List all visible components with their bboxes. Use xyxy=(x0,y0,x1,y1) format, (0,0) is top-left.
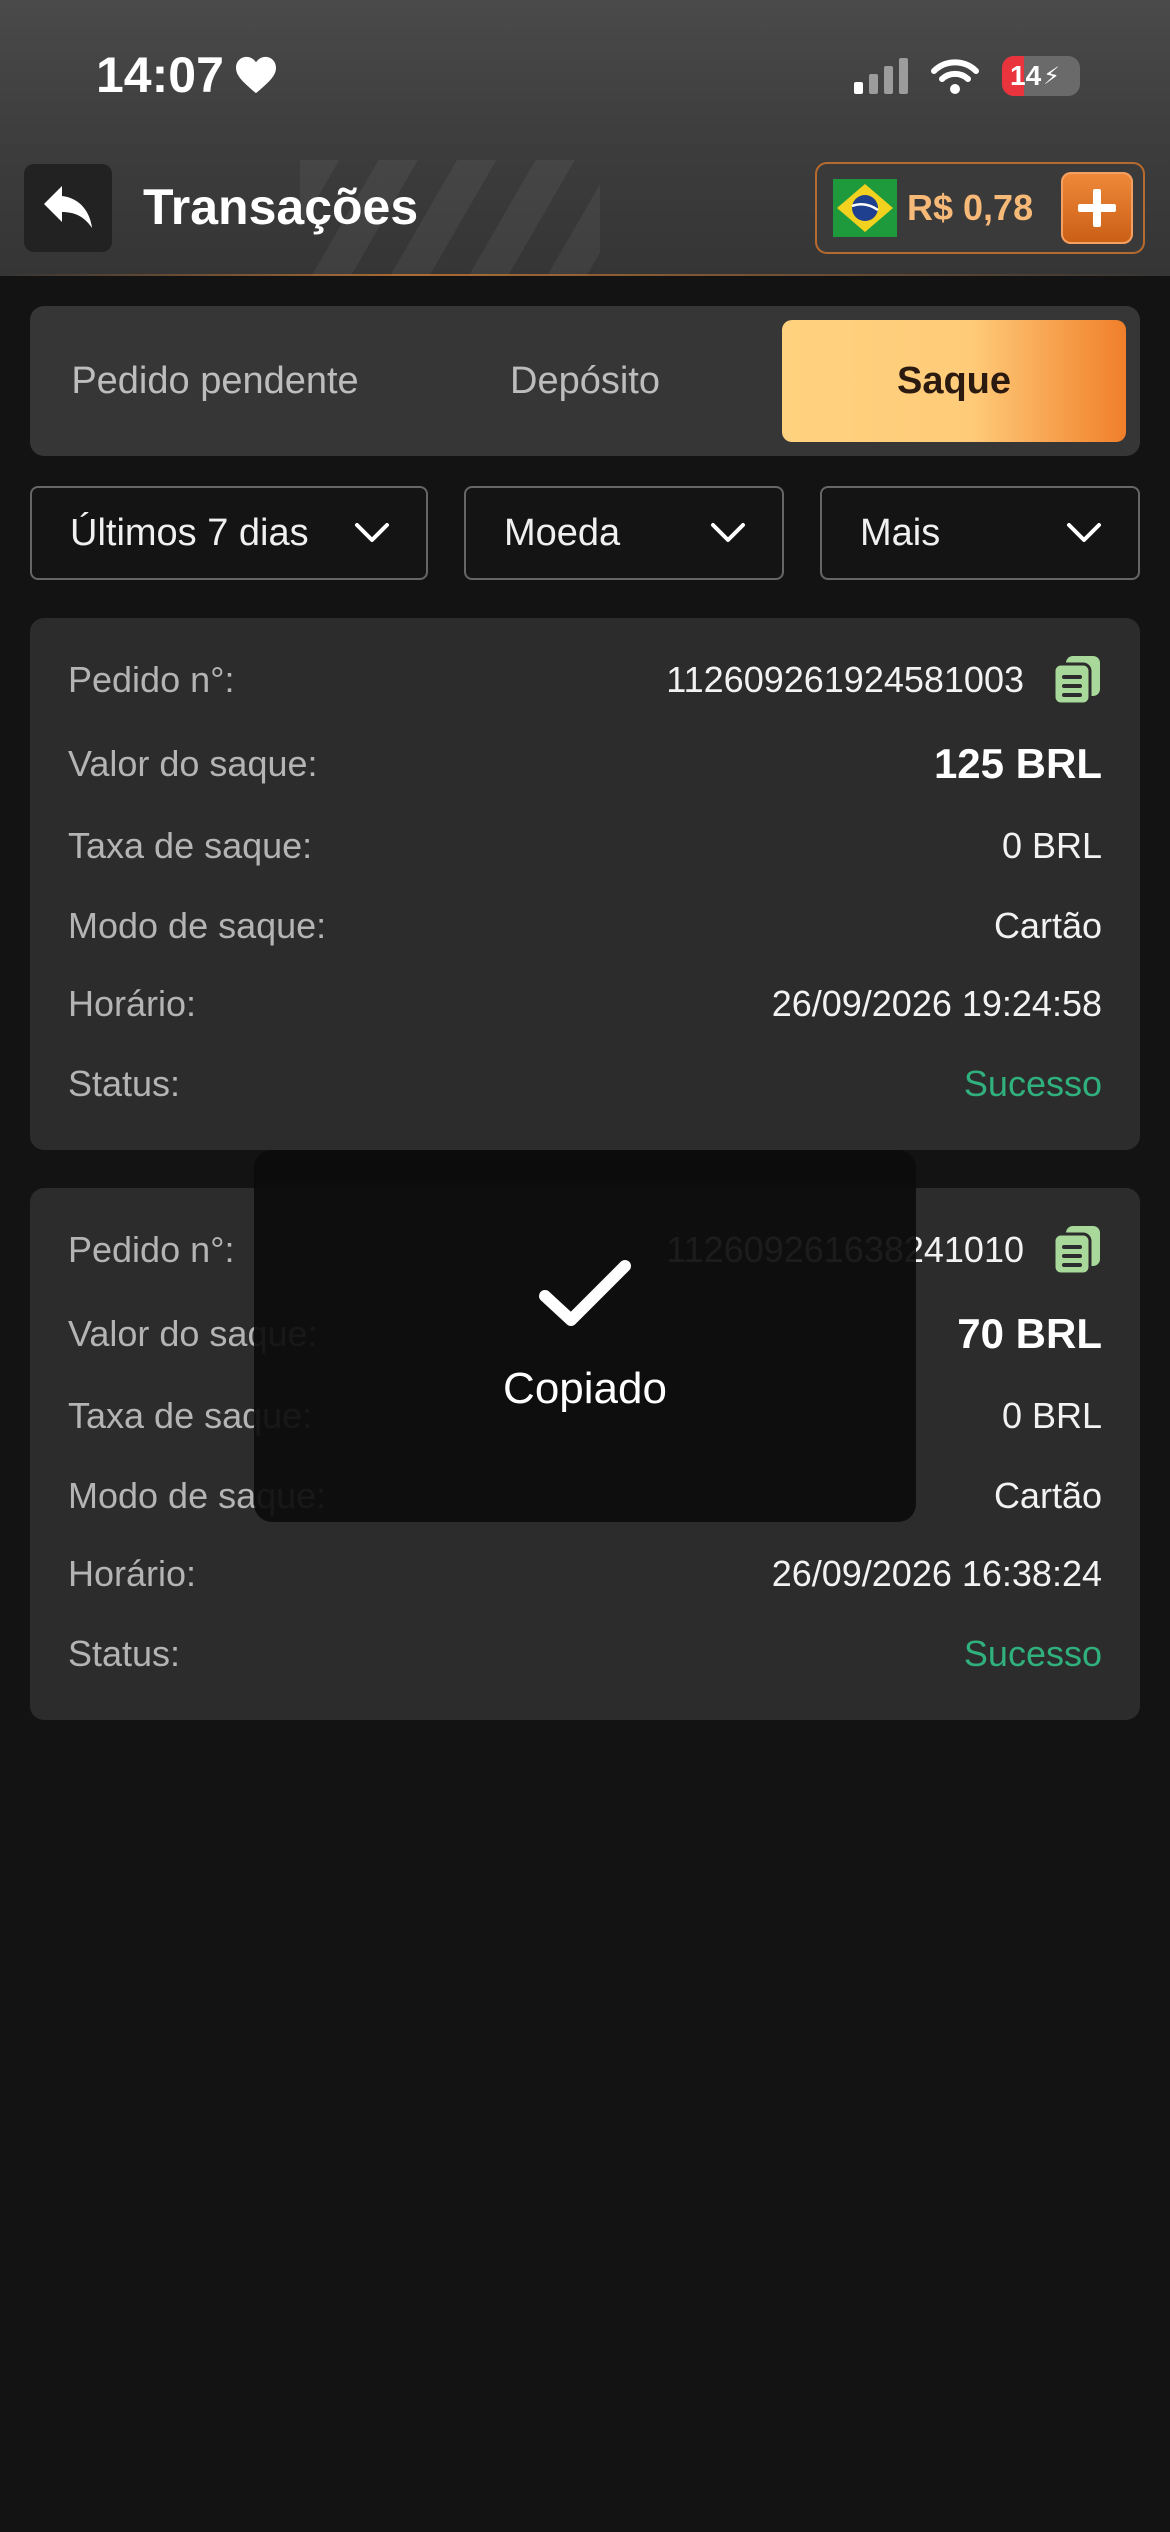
time-label: Horário: xyxy=(68,983,197,1024)
time-row: Horário: 26/09/2026 19:24:58 xyxy=(68,974,1102,1034)
order-row: Pedido n°: 112609261924581003 xyxy=(68,650,1102,710)
balance-widget[interactable]: R$ 0,78 xyxy=(815,162,1145,254)
back-button[interactable] xyxy=(24,164,112,252)
status-label: Status: xyxy=(68,1063,181,1104)
status-badge: Sucesso xyxy=(963,1633,1102,1674)
tab-withdraw[interactable]: Saque xyxy=(782,320,1126,442)
toast-message: Copiado xyxy=(503,1364,667,1413)
withdraw-mode: Cartão xyxy=(993,1475,1102,1516)
status-bar-indicators: 14 ⚡ xyxy=(854,56,1080,96)
status-row: Status: Sucesso xyxy=(68,1054,1102,1114)
balance-amount: R$ 0,78 xyxy=(907,187,1034,228)
cellular-signal-icon xyxy=(854,58,908,94)
copied-toast: Copiado xyxy=(254,1150,916,1522)
plus-icon xyxy=(1078,189,1116,227)
chevron-down-icon xyxy=(355,523,389,542)
withdraw-amount: 125 BRL xyxy=(933,740,1102,787)
header-divider xyxy=(0,274,1170,276)
fee-row: Taxa de saque: 0 BRL xyxy=(68,816,1102,876)
withdraw-time: 26/09/2026 19:24:58 xyxy=(771,983,1102,1024)
wifi-icon xyxy=(931,59,979,94)
chevron-down-icon xyxy=(711,523,745,542)
status-bar-time: 14:07 xyxy=(96,46,278,104)
transaction-card: Pedido n°: 112609261924581003 Valor do s… xyxy=(30,618,1140,1150)
battery-level: 14 xyxy=(1010,60,1042,91)
currency-label: Moeda xyxy=(504,511,621,554)
status-row: Status: Sucesso xyxy=(68,1624,1102,1684)
mode-row: Modo de saque: Cartão xyxy=(68,896,1102,956)
fee-label: Taxa de saque: xyxy=(68,825,313,866)
amount-label: Valor do saque: xyxy=(68,743,318,784)
battery-icon: 14 ⚡ xyxy=(1002,56,1080,96)
withdraw-mode: Cartão xyxy=(993,905,1102,946)
order-label: Pedido n°: xyxy=(68,659,235,700)
more-label: Mais xyxy=(860,511,941,554)
back-arrow-icon xyxy=(44,186,92,228)
status-label: Status: xyxy=(68,1633,181,1674)
status-badge: Sucesso xyxy=(963,1063,1102,1104)
tab-deposit[interactable]: Depósito xyxy=(400,320,770,442)
checkmark-icon xyxy=(539,1260,631,1326)
mode-label: Modo de saque: xyxy=(68,905,327,946)
withdraw-amount: 70 BRL xyxy=(957,1310,1102,1357)
date-range-filter[interactable]: Últimos 7 dias xyxy=(30,486,428,580)
deposit-plus-button[interactable] xyxy=(1061,172,1133,244)
date-range-label: Últimos 7 dias xyxy=(70,511,309,554)
time-label: Horário: xyxy=(68,1553,197,1594)
heart-icon xyxy=(235,56,276,94)
amount-row: Valor do saque: 125 BRL xyxy=(68,734,1102,794)
time-row: Horário: 26/09/2026 16:38:24 xyxy=(68,1544,1102,1604)
withdraw-time: 26/09/2026 16:38:24 xyxy=(771,1553,1102,1594)
tab-pending-order[interactable]: Pedido pendente xyxy=(30,320,400,442)
more-filter[interactable]: Mais xyxy=(820,486,1140,580)
page-title: Transações xyxy=(143,179,419,235)
brazil-flag-icon xyxy=(833,179,897,237)
transaction-type-tabs: Pedido pendente Depósito Saque xyxy=(30,306,1140,456)
clock-text: 14:07 xyxy=(96,47,224,103)
copy-icon[interactable] xyxy=(1052,1224,1102,1276)
order-label: Pedido n°: xyxy=(68,1229,235,1270)
withdraw-fee: 0 BRL xyxy=(1001,1395,1102,1436)
chevron-down-icon xyxy=(1067,523,1101,542)
copy-icon[interactable] xyxy=(1052,654,1102,706)
withdraw-fee: 0 BRL xyxy=(1001,825,1102,866)
currency-filter[interactable]: Moeda xyxy=(464,486,784,580)
order-id: 112609261924581003 xyxy=(666,659,1024,700)
